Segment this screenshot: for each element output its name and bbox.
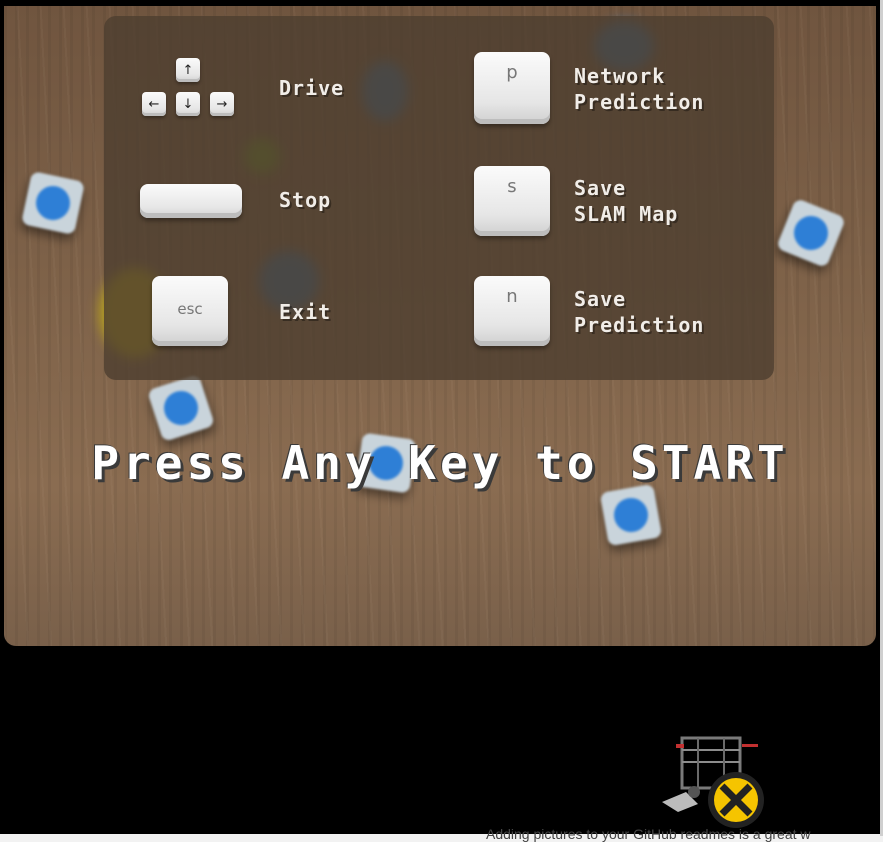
network-prediction-label: Network Prediction: [574, 64, 705, 114]
stop-label: Stop: [279, 188, 332, 212]
s-key: s: [474, 166, 550, 236]
background-page-text: Adding pictures to your GitHub readmes i…: [486, 826, 811, 842]
save-slam-map-label: Save SLAM Map: [574, 176, 679, 226]
cube-2: [146, 373, 216, 443]
drive-label: Drive: [279, 76, 345, 100]
camera-scene: ↑ ← ↓ → Drive Stop esc Exit p Network Pr…: [4, 6, 876, 646]
n-key: n: [474, 276, 550, 346]
arrow-left-key: ←: [142, 92, 166, 116]
arrow-right-key: →: [210, 92, 234, 116]
p-key: p: [474, 52, 550, 124]
game-window[interactable]: ↑ ← ↓ → Drive Stop esc Exit p Network Pr…: [0, 0, 880, 834]
arrow-down-key: ↓: [176, 92, 200, 116]
esc-key: esc: [152, 276, 228, 346]
cube-5: [775, 197, 847, 269]
start-prompt: Press Any Key to START: [91, 436, 789, 490]
arrow-up-key: ↑: [176, 58, 200, 82]
cube-1: [20, 170, 86, 236]
controls-panel: ↑ ← ↓ → Drive Stop esc Exit p Network Pr…: [104, 16, 774, 380]
cube-4: [599, 483, 663, 547]
exit-label: Exit: [279, 300, 332, 324]
save-prediction-label: Save Prediction: [574, 287, 705, 337]
arrow-keys-icon: ↑ ← ↓ →: [138, 54, 242, 126]
spacebar-key: [140, 184, 242, 218]
robot-icon: [662, 736, 764, 828]
